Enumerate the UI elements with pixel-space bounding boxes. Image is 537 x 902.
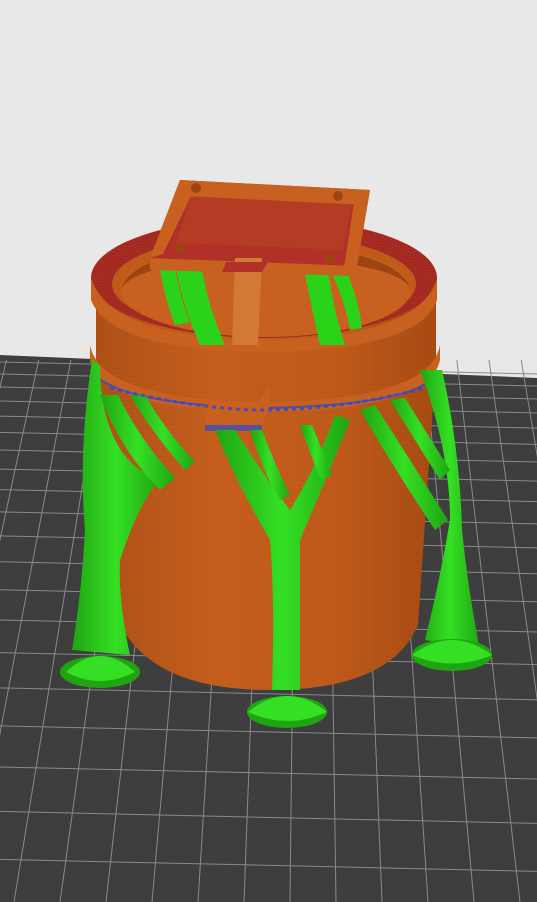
layer-preview-scene[interactable] bbox=[0, 0, 537, 902]
printed-model[interactable] bbox=[60, 180, 492, 728]
slicer-preview-viewport[interactable] bbox=[0, 0, 537, 902]
